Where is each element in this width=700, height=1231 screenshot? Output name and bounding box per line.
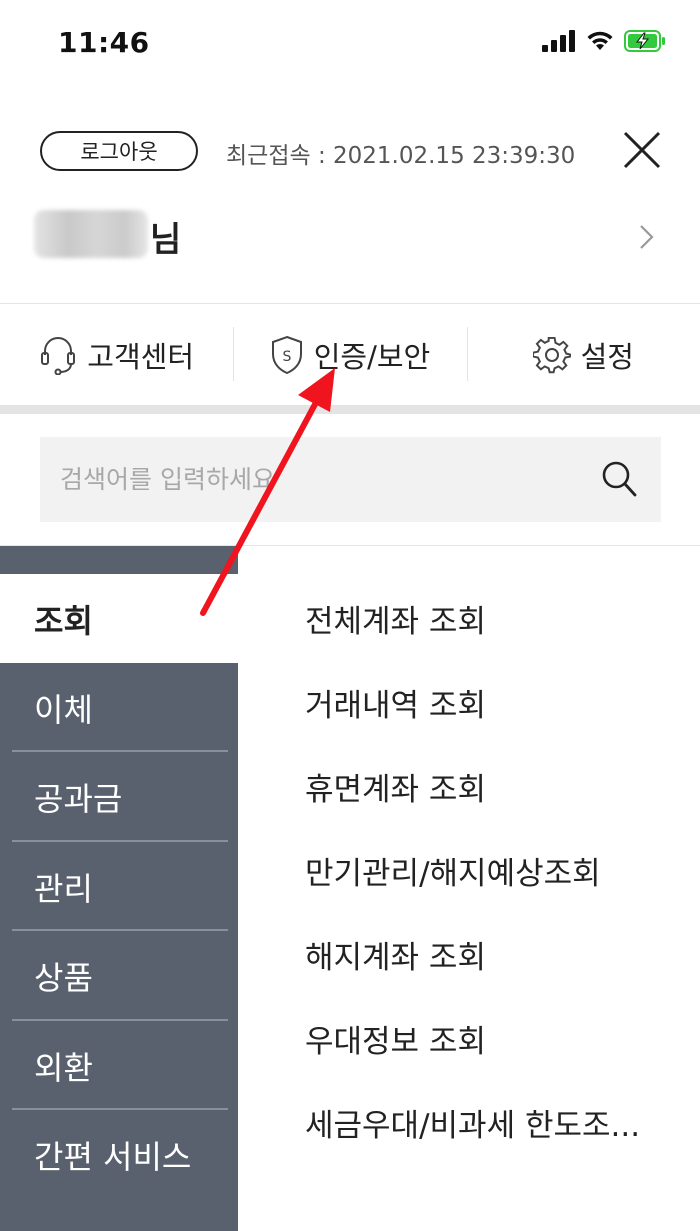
section-divider: [0, 405, 700, 414]
search-icon[interactable]: [600, 459, 638, 499]
sub-item-preferential-info[interactable]: 우대정보 조회: [305, 1016, 486, 1061]
category-item-products[interactable]: 상품: [0, 931, 238, 1020]
sub-item-maturity-management[interactable]: 만기관리/해지예상조회: [305, 848, 601, 893]
customer-center-label: 고객센터: [87, 340, 195, 374]
sub-item-transaction-history[interactable]: 거래내역 조회: [305, 680, 486, 725]
sub-item-tax-exemption-limit[interactable]: 세금우대/비과세 한도조...: [305, 1100, 640, 1145]
customer-center-button[interactable]: 고객센터: [0, 305, 233, 405]
settings-button[interactable]: 설정: [466, 305, 700, 405]
quick-menu: 고객센터 S 인증/보안 설정: [0, 305, 700, 405]
category-item-inquiry[interactable]: 조회: [0, 574, 238, 663]
user-profile-row[interactable]: 님: [0, 200, 700, 280]
sub-item-all-accounts[interactable]: 전체계좌 조회: [305, 596, 486, 641]
battery-charging-icon: [624, 30, 665, 52]
status-time: 11:46: [58, 26, 150, 59]
user-name-redacted: [34, 210, 148, 258]
close-icon[interactable]: [620, 128, 664, 172]
gear-icon: [532, 336, 571, 374]
wifi-icon: [587, 31, 613, 50]
status-icons: [542, 30, 666, 52]
svg-text:S: S: [282, 349, 291, 365]
header-divider: [0, 303, 700, 304]
sub-item-closed-accounts[interactable]: 해지계좌 조회: [305, 932, 486, 977]
status-bar: 11:46: [0, 0, 700, 90]
cellular-signal-icon: [542, 30, 575, 52]
category-item-easy-service[interactable]: 간편 서비스: [0, 1110, 238, 1199]
settings-label: 설정: [580, 340, 634, 374]
search-box: [40, 437, 661, 522]
sub-item-dormant-accounts[interactable]: 휴면계좌 조회: [305, 764, 486, 809]
user-name-suffix: 님: [150, 220, 182, 260]
category-item-utility[interactable]: 공과금: [0, 752, 238, 841]
shield-icon: S: [271, 335, 302, 375]
last-login-text: 최근접속 : 2021.02.15 23:39:30: [226, 143, 576, 169]
search-input[interactable]: [60, 437, 600, 522]
category-item-foreign-exchange[interactable]: 외환: [0, 1021, 238, 1110]
chevron-right-icon[interactable]: [636, 222, 658, 252]
auth-security-label: 인증/보안: [313, 340, 431, 374]
auth-security-button[interactable]: S 인증/보안: [233, 305, 466, 405]
category-item-transfer[interactable]: 이체: [0, 663, 238, 752]
headset-icon: [41, 337, 76, 375]
category-item-management[interactable]: 관리: [0, 842, 238, 931]
logout-button[interactable]: 로그아웃: [40, 131, 198, 171]
